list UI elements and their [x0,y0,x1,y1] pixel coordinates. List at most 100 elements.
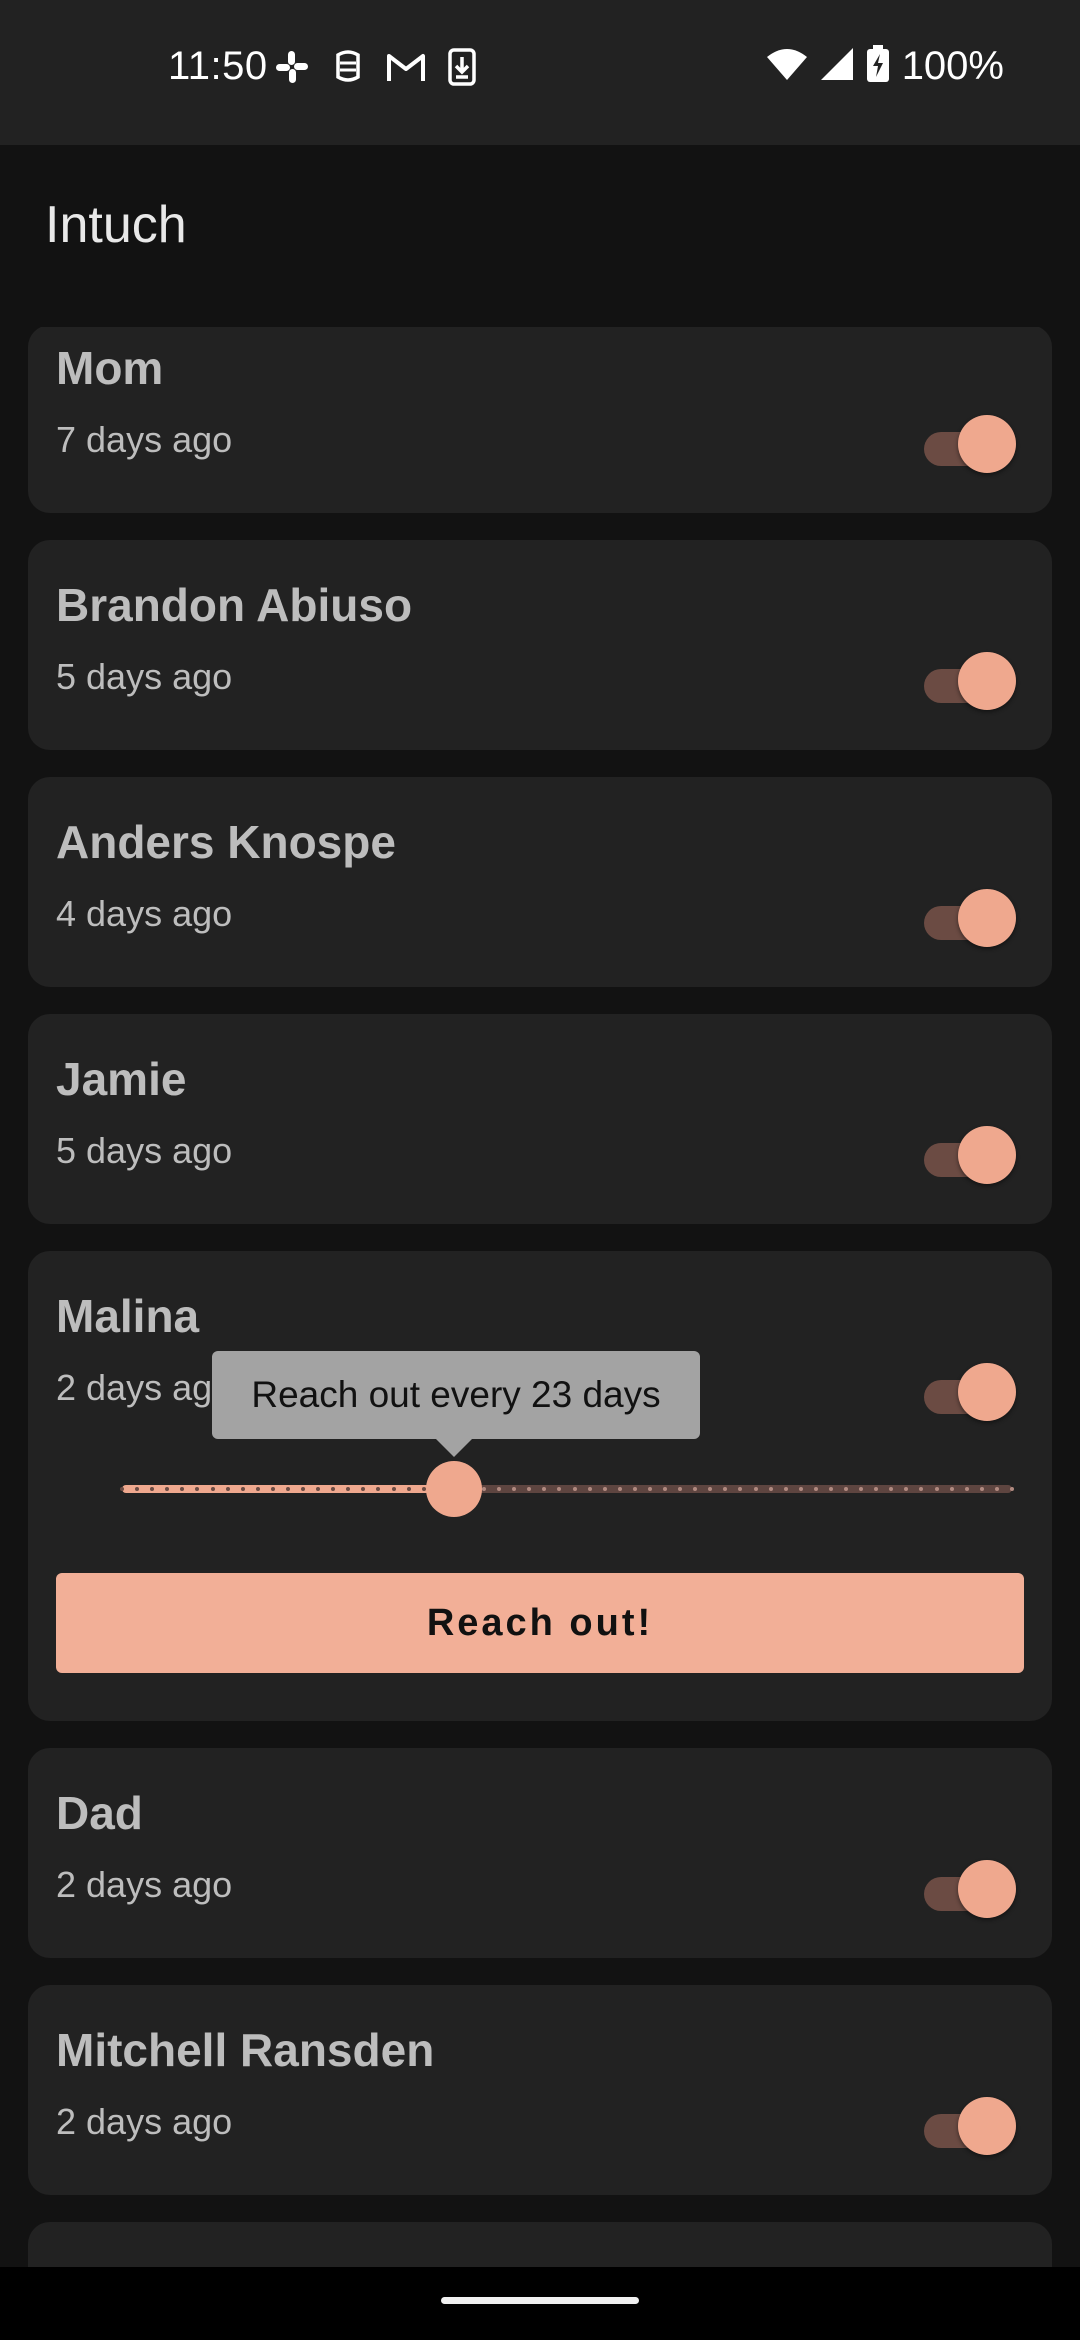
toggle-thumb [958,2097,1016,2155]
contact-toggle[interactable] [924,1860,1016,1920]
slider-tick [361,1487,365,1491]
slider-tick [919,1487,923,1491]
slider-tick [678,1487,682,1491]
gmail-icon [386,51,426,83]
contact-last-reached: 5 days ago [56,1130,233,1171]
toggle-thumb [958,1126,1016,1184]
slider-tick [512,1487,516,1491]
contact-toggle[interactable] [924,1363,1016,1423]
slider-tick [588,1487,592,1491]
notification-icons [274,48,476,86]
slider-tick [195,1487,199,1491]
slider-tick [663,1487,667,1491]
slider-tick [784,1487,788,1491]
contact-card[interactable]: Dad 2 days ago [28,1748,1052,1958]
slider-tick [286,1487,290,1491]
slider-tick [980,1487,984,1491]
contact-name: Mitchell Ransden [56,2024,435,2076]
slack-icon [274,49,310,85]
slider-thumb[interactable] [426,1461,482,1517]
slider-tick [392,1487,396,1491]
slider-tick [844,1487,848,1491]
cellular-icon [820,47,854,86]
contact-name: Jamie [56,1053,187,1105]
slider-tick [346,1487,350,1491]
navigation-bar [0,2267,1080,2340]
contact-toggle[interactable] [924,2097,1016,2157]
slider-tick [1010,1487,1014,1491]
slider-tick [211,1487,215,1491]
slider-tick [754,1487,758,1491]
contact-list[interactable]: Mom 7 days ago Brandon Abiuso 5 days ago… [0,327,1080,2267]
slider-tick [738,1487,742,1491]
wifi-icon [766,47,808,86]
contact-last-reached: 5 days ago [56,656,233,697]
contact-card[interactable]: Mom 7 days ago [28,327,1052,513]
home-gesture-handle[interactable] [441,2297,639,2304]
slider-tick [301,1487,305,1491]
slider-tick [693,1487,697,1491]
interval-slider[interactable] [120,1459,1014,1519]
slider-tick [165,1487,169,1491]
slider-tick [950,1487,954,1491]
slider-tick [482,1487,486,1491]
slider-tick [799,1487,803,1491]
slider-tick [557,1487,561,1491]
contact-name: Mom [56,342,164,394]
contact-last-reached: 2 days ago [56,1367,233,1408]
battery-charging-icon [866,45,890,88]
contact-last-reached: 7 days ago [56,419,233,460]
slider-track-inactive [454,1485,1012,1493]
app-title: Intuch [45,196,187,254]
slider-tick [814,1487,818,1491]
status-bar: 11:50 100% [0,0,1080,145]
slider-tick [648,1487,652,1491]
contact-name: Dad [56,1787,143,1839]
slider-value-tooltip: Reach out every 23 days [212,1351,700,1439]
contact-card[interactable]: Mitchell Ransden 2 days ago [28,1985,1052,2195]
contact-toggle[interactable] [924,1126,1016,1186]
reach-out-button[interactable]: Reach out! [56,1573,1024,1673]
slider-tick [708,1487,712,1491]
slider-tick [603,1487,607,1491]
slider-tick [904,1487,908,1491]
download-icon [448,48,476,86]
slider-tick [874,1487,878,1491]
contact-card[interactable] [28,2222,1052,2267]
toggle-thumb [958,1860,1016,1918]
toggle-thumb [958,1363,1016,1421]
contact-card[interactable]: Anders Knospe 4 days ago [28,777,1052,987]
slider-tick [241,1487,245,1491]
contact-card-expanded[interactable]: Malina 2 days ago Reach out every 23 day… [28,1251,1052,1721]
toggle-thumb [958,415,1016,473]
slider-tick [542,1487,546,1491]
contact-last-reached: 2 days ago [56,1864,233,1905]
contact-toggle[interactable] [924,415,1016,475]
slider-tick [527,1487,531,1491]
slider-tick [407,1487,411,1491]
slider-tick [995,1487,999,1491]
contact-name: Malina [56,1290,200,1342]
slider-tick [331,1487,335,1491]
slider-tick [226,1487,230,1491]
battery-percent: 100% [901,44,1004,88]
contact-last-reached: 2 days ago [56,2101,233,2142]
slider-tick [935,1487,939,1491]
slider-tick [723,1487,727,1491]
contact-toggle[interactable] [924,889,1016,949]
slider-tick [769,1487,773,1491]
slider-tick [376,1487,380,1491]
app-bar: Intuch [0,145,1080,327]
status-time: 11:50 [168,44,268,88]
tooltip-text: Reach out every 23 days [251,1374,661,1415]
slider-tick [271,1487,275,1491]
notification-icon [332,49,364,85]
contact-card[interactable]: Brandon Abiuso 5 days ago [28,540,1052,750]
contact-toggle[interactable] [924,652,1016,712]
contact-name: Anders Knospe [56,816,396,868]
slider-tick [316,1487,320,1491]
contact-last-reached: 4 days ago [56,893,233,934]
slider-tick [829,1487,833,1491]
contact-card[interactable]: Jamie 5 days ago [28,1014,1052,1224]
slider-tick [965,1487,969,1491]
